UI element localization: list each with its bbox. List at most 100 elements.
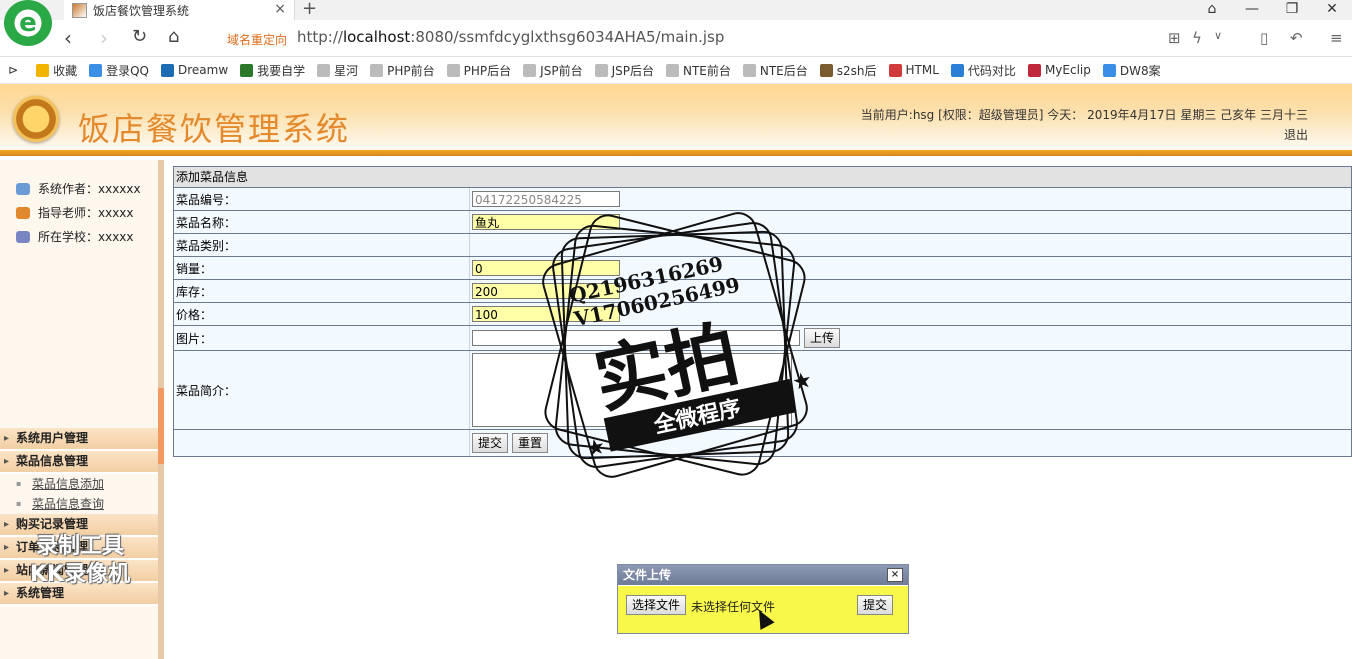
window-controls: ⌂ — ❐ ✕ [1192, 0, 1352, 20]
forward-icon[interactable]: › [100, 26, 108, 50]
category-select[interactable] [470, 234, 1351, 256]
bookmark-item[interactable]: Dreamw [160, 63, 229, 77]
bookmark-item[interactable]: 收藏 [36, 62, 77, 79]
bookmark-label: 我要自学 [257, 63, 306, 78]
submenu-dish-query[interactable]: 菜品信息查询 [0, 494, 158, 514]
bookmark-item[interactable]: 登录QQ [89, 62, 149, 79]
bookmark-icon [160, 63, 174, 77]
refresh-icon[interactable]: ↻ [132, 26, 147, 47]
row-code: 菜品编号： 04172250584225 [174, 188, 1351, 211]
undo-icon[interactable]: ↶ [1290, 29, 1303, 47]
dialog-submit-button[interactable]: 提交 [857, 595, 894, 615]
code-field[interactable]: 04172250584225 [472, 191, 620, 207]
submenu-dish-add[interactable]: 菜品信息添加 [0, 474, 158, 494]
bookmark-icon [1102, 63, 1116, 77]
browser-tab[interactable]: 饭店餐饮管理系统 × [64, 0, 295, 20]
back-icon[interactable]: ‹ [64, 26, 72, 50]
intro-label: 菜品简介： [174, 351, 470, 429]
lightning-icon[interactable]: ϟ [1192, 29, 1202, 47]
watermark-line1: 录制工具 [36, 534, 125, 559]
address-bar[interactable]: http://localhost:8080/ssmfdcyglxthsg6034… [297, 28, 724, 46]
minimize-icon[interactable]: — [1232, 0, 1272, 20]
bookmark-icon [594, 63, 608, 77]
new-tab-button[interactable]: + [302, 0, 317, 19]
url-host: localhost [342, 28, 411, 46]
bookmark-item[interactable]: DW8案 [1102, 62, 1161, 79]
sidebar-scrollbar[interactable] [158, 160, 164, 659]
bookmark-item[interactable]: 我要自学 [240, 62, 305, 79]
bookmark-item[interactable]: JSP前台 [523, 62, 583, 79]
image-label: 图片： [174, 326, 470, 350]
sales-label: 销量： [174, 257, 470, 279]
dialog-close-icon[interactable]: × [887, 568, 903, 582]
bookmark-item[interactable]: NTE前台 [665, 62, 731, 79]
info-icon [16, 230, 30, 243]
home-icon[interactable]: ⌂ [168, 26, 179, 47]
bookmark-icon [742, 63, 756, 77]
stock-field[interactable]: 200 [472, 283, 620, 299]
bookmark-label: HTML [905, 63, 939, 77]
bookmark-item[interactable]: 代码对比 [950, 62, 1016, 79]
add-dish-form: 添加菜品信息 菜品编号： 04172250584225 菜品名称： 鱼丸 菜品类… [173, 166, 1352, 457]
intro-textarea[interactable] [472, 353, 792, 427]
sidebar-info-text: 系统作者：xxxxxx [38, 182, 141, 196]
logout-link[interactable]: 退出 [1284, 126, 1308, 143]
restore-icon[interactable]: ❐ [1272, 0, 1312, 20]
bookmark-item[interactable]: MyEclip [1027, 63, 1091, 77]
bookmark-item[interactable]: PHP前台 [370, 62, 435, 79]
reset-button[interactable]: 重置 [512, 433, 549, 453]
bookmark-item[interactable]: PHP后台 [446, 62, 512, 79]
bookmark-label: 收藏 [53, 63, 78, 78]
form-heading: 添加菜品信息 [174, 167, 1351, 188]
bookmark-icon [89, 63, 103, 77]
chevron-down-icon[interactable]: ∨ [1214, 29, 1222, 42]
bookmark-icon[interactable]: ▯ [1260, 29, 1268, 47]
bookmark-label: PHP前台 [387, 63, 435, 78]
bookmark-label: NTE前台 [682, 63, 731, 78]
menu-dish-info[interactable]: 菜品信息管理 [0, 451, 158, 474]
apps-icon[interactable]: ⊞ [1168, 29, 1181, 47]
sales-field[interactable]: 0 [472, 260, 620, 276]
price-field[interactable]: 100 [472, 306, 620, 322]
bookmark-item[interactable]: s2sh后 [819, 62, 877, 79]
menu-system-users[interactable]: 系统用户管理 [0, 428, 158, 451]
sidebar-info-row: 指导老师：xxxxx [16, 204, 134, 221]
bookmark-label: s2sh后 [836, 63, 877, 78]
bookmark-icon [950, 63, 964, 77]
bookmark-icon [665, 63, 679, 77]
bookmark-label: MyEclip [1044, 63, 1091, 77]
name-label: 菜品名称： [174, 211, 470, 233]
sidebar-info-text: 所在学校：xxxxx [38, 230, 134, 244]
close-window-icon[interactable]: ✕ [1312, 0, 1352, 20]
bookmark-label: 星河 [334, 63, 359, 78]
name-field[interactable]: 鱼丸 [472, 214, 620, 230]
current-user-info: 当前用户:hsg [权限：超级管理员] 今天： 2019年4月17日 星期三 己… [860, 108, 1308, 122]
upload-button[interactable]: 上传 [804, 328, 841, 348]
bookmark-label: NTE后台 [759, 63, 808, 78]
bookmark-label: JSP后台 [611, 63, 654, 78]
code-label: 菜品编号： [174, 188, 470, 210]
menu-icon[interactable]: ≡ [1330, 29, 1343, 47]
pin-icon[interactable]: ⌂ [1192, 0, 1232, 20]
bookmarks-bar: ⊳ 收藏 登录QQ Dreamw 我要自学 星河 PHP前台 PHP后台 JSP前台 JSP后台… [0, 57, 1352, 84]
actions-spacer [174, 430, 470, 456]
tab-close-icon[interactable]: × [274, 1, 286, 17]
bookmark-label: Dreamw [177, 63, 229, 77]
bookmark-label: PHP后台 [463, 63, 512, 78]
submit-button[interactable]: 提交 [472, 433, 509, 453]
image-path-field[interactable] [472, 330, 800, 346]
sidebar-toggle-icon[interactable]: ⊳ [8, 63, 18, 77]
dialog-header: 文件上传 × [618, 565, 908, 585]
bookmark-icon [523, 63, 537, 77]
price-label: 价格： [174, 303, 470, 325]
scrollbar-thumb[interactable] [158, 388, 164, 464]
bookmark-item[interactable]: JSP后台 [594, 62, 654, 79]
choose-file-button[interactable]: 选择文件 [626, 595, 687, 615]
bookmark-item[interactable]: HTML [888, 63, 939, 77]
browser-logo-icon: e [4, 0, 52, 46]
row-intro: 菜品简介： [174, 351, 1351, 430]
sidebar-info-text: 指导老师：xxxxx [38, 206, 134, 220]
bookmark-item[interactable]: 星河 [317, 62, 358, 79]
bookmark-item[interactable]: NTE后台 [742, 62, 808, 79]
url-rest: :8080/ssmfdcyglxthsg6034AHA5/main.jsp [410, 28, 725, 46]
